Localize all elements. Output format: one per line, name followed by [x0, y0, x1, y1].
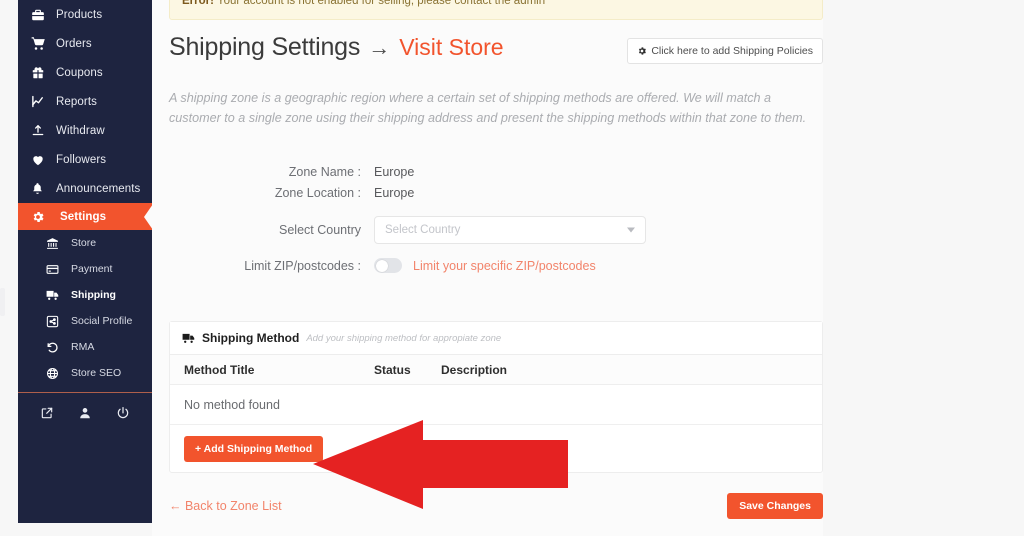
add-shipping-policies-label: Click here to add Shipping Policies — [651, 45, 813, 57]
briefcase-icon — [31, 8, 51, 22]
sidebar-footer — [18, 393, 152, 433]
undo-icon — [46, 341, 64, 354]
chevron-down-icon — [627, 227, 635, 233]
alert-message: Your account is not enabled for selling,… — [216, 0, 546, 7]
sidebar-subitem-store[interactable]: Store — [18, 230, 152, 256]
globe-icon — [46, 367, 64, 380]
sidebar-subitem-label: Payment — [71, 263, 113, 275]
limit-zip-hint: Limit your specific ZIP/postcodes — [413, 258, 596, 273]
chart-line-icon — [31, 94, 51, 109]
shipping-method-panel: Shipping Method Add your shipping method… — [169, 321, 823, 473]
select-country-row: Select Country Select Country — [169, 216, 823, 244]
save-changes-button[interactable]: Save Changes — [727, 493, 823, 519]
zone-name-row: Zone Name : Europe — [169, 165, 823, 179]
external-link-icon[interactable] — [40, 406, 54, 420]
sidebar-subitem-label: Shipping — [71, 289, 116, 301]
error-alert: Error! Your account is not enabled for s… — [169, 0, 823, 20]
sidebar: Products Orders Coupons Reports Withdraw — [18, 0, 152, 523]
sidebar-item-label: Withdraw — [56, 124, 105, 137]
truck-icon — [182, 331, 196, 345]
sidebar-item-announcements[interactable]: Announcements — [18, 174, 152, 203]
sidebar-item-label: Settings — [60, 210, 107, 223]
add-shipping-method-button[interactable]: + Add Shipping Method — [184, 435, 324, 462]
toggle-knob — [375, 259, 388, 272]
sidebar-item-coupons[interactable]: Coupons — [18, 58, 152, 87]
sidebar-item-reports[interactable]: Reports — [18, 87, 152, 116]
table-row-empty: No method found — [170, 385, 822, 425]
zone-description: A shipping zone is a geographic region w… — [169, 91, 807, 125]
sidebar-subitem-store-seo[interactable]: Store SEO — [18, 360, 152, 386]
gear-icon — [637, 46, 647, 56]
credit-card-icon — [46, 263, 64, 276]
zone-location-value: Europe — [374, 186, 415, 200]
share-icon — [46, 315, 64, 328]
sidebar-subitem-payment[interactable]: Payment — [18, 256, 152, 282]
column-header-description: Description — [441, 362, 508, 377]
sidebar-subitem-rma[interactable]: RMA — [18, 334, 152, 360]
back-to-zone-list-link[interactable]: ← Back to Zone List — [169, 499, 282, 513]
sidebar-item-withdraw[interactable]: Withdraw — [18, 116, 152, 145]
select-country-dropdown[interactable]: Select Country — [374, 216, 646, 244]
shipping-method-panel-footer: + Add Shipping Method — [170, 425, 822, 472]
user-icon[interactable] — [78, 406, 92, 420]
sidebar-item-settings[interactable]: Settings — [18, 203, 152, 230]
sidebar-subitem-social-profile[interactable]: Social Profile — [18, 308, 152, 334]
select-country-label: Select Country — [279, 223, 361, 237]
sidebar-subitem-shipping[interactable]: Shipping — [18, 282, 152, 308]
sidebar-subitem-label: Store — [71, 237, 97, 249]
sidebar-scrollbar[interactable] — [0, 288, 5, 316]
sidebar-item-label: Followers — [56, 153, 107, 166]
alert-prefix: Error! — [182, 0, 214, 7]
sidebar-subitem-label: RMA — [71, 341, 95, 353]
sidebar-item-products[interactable]: Products — [18, 0, 152, 29]
add-shipping-policies-button[interactable]: Click here to add Shipping Policies — [627, 38, 823, 64]
table-header: Method Title Status Description — [170, 355, 822, 385]
content-sheet: Error! Your account is not enabled for s… — [152, 0, 823, 536]
sidebar-item-followers[interactable]: Followers — [18, 145, 152, 174]
zone-location-label: Zone Location : — [274, 186, 361, 200]
bank-icon — [46, 237, 64, 250]
limit-zip-toggle[interactable] — [374, 258, 402, 273]
zone-location-row: Zone Location : Europe — [169, 186, 823, 200]
cart-icon — [31, 36, 51, 51]
shipping-method-panel-header: Shipping Method Add your shipping method… — [170, 322, 822, 355]
empty-state-text: No method found — [184, 397, 280, 412]
page-title: Shipping Settings — [169, 33, 361, 61]
shipping-method-subtitle: Add your shipping method for appropiate … — [306, 332, 502, 344]
sidebar-item-label: Coupons — [56, 66, 103, 79]
limit-zip-label: Limit ZIP/postcodes : — [244, 258, 361, 273]
sidebar-item-orders[interactable]: Orders — [18, 29, 152, 58]
sidebar-subitem-label: Store SEO — [71, 367, 122, 379]
sidebar-item-label: Announcements — [56, 182, 141, 195]
power-icon[interactable] — [116, 406, 130, 420]
column-header-status: Status — [374, 362, 411, 377]
sidebar-subitem-label: Social Profile — [71, 315, 133, 327]
heart-icon — [31, 153, 51, 167]
form-footer: ← Back to Zone List Save Changes — [169, 493, 823, 519]
truck-icon — [46, 288, 64, 302]
sidebar-item-label: Products — [56, 8, 103, 21]
visit-store-link[interactable]: Visit Store — [399, 34, 503, 61]
zone-name-value: Europe — [374, 165, 415, 179]
screen: Products Orders Coupons Reports Withdraw — [0, 0, 1024, 536]
select-country-placeholder: Select Country — [385, 224, 461, 236]
sidebar-item-label: Reports — [56, 95, 97, 108]
upload-icon — [31, 124, 51, 138]
gear-icon — [31, 210, 51, 224]
shipping-method-title: Shipping Method — [202, 331, 300, 345]
page-header: Shipping Settings → Visit Store Click he… — [169, 33, 823, 64]
sidebar-item-label: Orders — [56, 37, 92, 50]
zone-form: Zone Name : Europe Zone Location : Europ… — [169, 165, 823, 280]
main-content: Error! Your account is not enabled for s… — [152, 0, 1024, 536]
gift-icon — [31, 66, 51, 80]
bell-icon — [31, 182, 51, 195]
zone-name-label: Zone Name : — [288, 165, 361, 179]
column-header-method-title: Method Title — [184, 362, 255, 377]
arrow-right-icon: → — [368, 34, 391, 60]
limit-zip-row: Limit ZIP/postcodes : Limit your specifi… — [169, 258, 823, 273]
sidebar-divider — [18, 392, 152, 393]
